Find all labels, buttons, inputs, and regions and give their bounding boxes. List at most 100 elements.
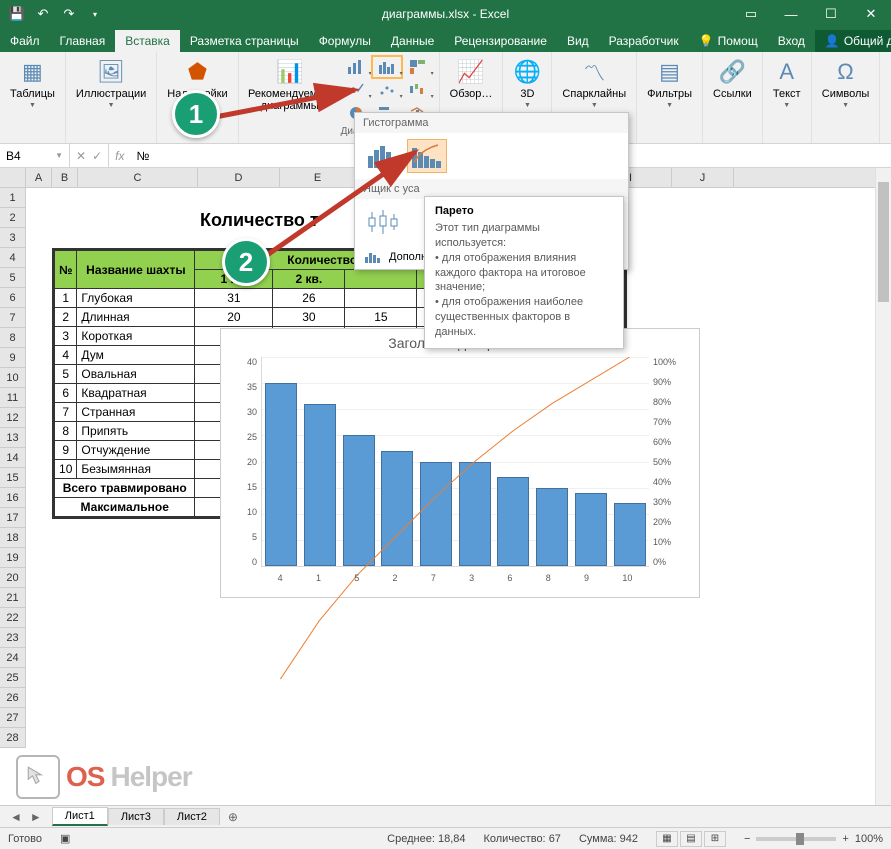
tab-review[interactable]: Рецензирование xyxy=(444,30,557,52)
row-1[interactable]: 1 xyxy=(0,188,26,208)
share-button[interactable]: 👤 Общий доступ xyxy=(815,30,891,52)
tab-insert[interactable]: Вставка xyxy=(115,30,180,52)
status-record-macro-icon[interactable]: ▣ xyxy=(60,832,70,845)
minimize-icon[interactable]: — xyxy=(771,0,811,28)
tooltip-title: Парето xyxy=(435,205,613,217)
name-box[interactable]: B4▼ xyxy=(0,144,70,167)
annotation-number-2: 2 xyxy=(222,238,270,286)
column-chart-button[interactable]: ▾ xyxy=(341,56,371,78)
row-24[interactable]: 24 xyxy=(0,648,26,668)
hyperlink-button[interactable]: 🔗 Ссылки xyxy=(709,56,756,102)
sheet-nav[interactable]: ◄► xyxy=(0,810,52,824)
sheet-tab-2[interactable]: Лист3 xyxy=(108,808,164,825)
row-20[interactable]: 20 xyxy=(0,568,26,588)
row-12[interactable]: 12 xyxy=(0,408,26,428)
textbox-icon: A xyxy=(773,58,801,86)
omega-icon: Ω xyxy=(832,58,860,86)
row-5[interactable]: 5 xyxy=(0,268,26,288)
row-14[interactable]: 14 xyxy=(0,448,26,468)
pivotchart-button[interactable]: 📈 Обзор… xyxy=(446,56,497,102)
tables-button[interactable]: ▦ Таблицы ▼ xyxy=(6,56,59,111)
sheet-tabs: ◄► Лист1 Лист3 Лист2 ⊕ xyxy=(0,805,891,827)
table-icon: ▦ xyxy=(18,58,46,86)
row-10[interactable]: 10 xyxy=(0,368,26,388)
y-axis-right: 100%90%80%70%60%50%40%30%20%10%0% xyxy=(653,357,691,567)
row-8[interactable]: 8 xyxy=(0,328,26,348)
illustrations-button[interactable]: 🖼 Иллюстрации ▼ xyxy=(72,56,150,111)
add-sheet-button[interactable]: ⊕ xyxy=(220,810,246,824)
row-27[interactable]: 27 xyxy=(0,708,26,728)
group-tables: ▦ Таблицы ▼ xyxy=(0,52,66,143)
tab-developer[interactable]: Разработчик xyxy=(599,30,689,52)
text-button[interactable]: A Текст ▼ xyxy=(769,56,805,111)
zoom-slider[interactable] xyxy=(756,837,836,841)
sheet-tab-1[interactable]: Лист1 xyxy=(52,807,108,826)
undo-icon[interactable]: ↶ xyxy=(32,3,54,25)
tell-me[interactable]: 💡 Помощ xyxy=(689,30,768,52)
sheet-tab-3[interactable]: Лист2 xyxy=(164,808,220,825)
normal-view-icon[interactable]: ▦ xyxy=(656,831,678,847)
row-max-label: Максимальное xyxy=(55,498,195,517)
symbols-button[interactable]: Ω Символы ▼ xyxy=(818,56,874,111)
col-B[interactable]: B xyxy=(52,168,78,187)
sparklines-button[interactable]: 〽 Спарклайны ▼ xyxy=(558,56,630,111)
row-17[interactable]: 17 xyxy=(0,508,26,528)
3dmap-button[interactable]: 🌐 3D ▼ xyxy=(509,56,545,111)
row-13[interactable]: 13 xyxy=(0,428,26,448)
fx-icon[interactable]: fx xyxy=(109,149,130,163)
ribbon-options-icon[interactable]: ▭ xyxy=(731,0,771,28)
zoom-in-icon[interactable]: + xyxy=(842,833,848,845)
col-C[interactable]: C xyxy=(78,168,198,187)
formula-buttons: ✕✓ xyxy=(70,144,109,167)
row-25[interactable]: 25 xyxy=(0,668,26,688)
row-16[interactable]: 16 xyxy=(0,488,26,508)
row-26[interactable]: 26 xyxy=(0,688,26,708)
tab-home[interactable]: Главная xyxy=(50,30,116,52)
zoom-level[interactable]: 100% xyxy=(855,833,883,845)
qat-more-icon[interactable]: ▾ xyxy=(84,3,106,25)
col-J[interactable]: J xyxy=(672,168,734,187)
row-6[interactable]: 6 xyxy=(0,288,26,308)
row-2[interactable]: 2 xyxy=(0,208,26,228)
row-3[interactable]: 3 xyxy=(0,228,26,248)
scatter-chart-button[interactable]: ▾ xyxy=(372,79,402,101)
row-23[interactable]: 23 xyxy=(0,628,26,648)
tab-data[interactable]: Данные xyxy=(381,30,444,52)
close-icon[interactable]: ✕ xyxy=(851,0,891,28)
row-11[interactable]: 11 xyxy=(0,388,26,408)
row-19[interactable]: 19 xyxy=(0,548,26,568)
waterfall-chart-button[interactable]: ▾ xyxy=(403,79,433,101)
pagebreak-view-icon[interactable]: ⊞ xyxy=(704,831,726,847)
zoom-out-icon[interactable]: − xyxy=(744,833,750,845)
tab-view[interactable]: Вид xyxy=(557,30,599,52)
enter-fx-icon[interactable]: ✓ xyxy=(92,149,102,163)
col-A[interactable]: A xyxy=(26,168,52,187)
vertical-scrollbar[interactable] xyxy=(875,168,891,805)
embedded-chart[interactable]: Заголовок диаграммы 4035302520151050 100… xyxy=(220,328,700,598)
row-21[interactable]: 21 xyxy=(0,588,26,608)
pagelayout-view-icon[interactable]: ▤ xyxy=(680,831,702,847)
zoom-control[interactable]: − + 100% xyxy=(744,833,883,845)
row-7[interactable]: 7 xyxy=(0,308,26,328)
tab-file[interactable]: Файл xyxy=(0,30,50,52)
row-22[interactable]: 22 xyxy=(0,608,26,628)
pareto-line xyxy=(261,357,649,745)
cancel-fx-icon[interactable]: ✕ xyxy=(76,149,86,163)
row-15[interactable]: 15 xyxy=(0,468,26,488)
row-9[interactable]: 9 xyxy=(0,348,26,368)
status-ready: Готово xyxy=(8,833,42,845)
hierarchy-chart-button[interactable]: ▾ xyxy=(403,56,433,78)
row-18[interactable]: 18 xyxy=(0,528,26,548)
save-icon[interactable]: 💾 xyxy=(6,3,28,25)
redo-icon[interactable]: ↷ xyxy=(58,3,80,25)
tab-formulas[interactable]: Формулы xyxy=(309,30,381,52)
select-all-corner[interactable] xyxy=(0,168,26,187)
row-28[interactable]: 28 xyxy=(0,728,26,748)
statistic-chart-button[interactable]: ▾ xyxy=(372,56,402,78)
tab-pagelayout[interactable]: Разметка страницы xyxy=(180,30,309,52)
row-4[interactable]: 4 xyxy=(0,248,26,268)
maximize-icon[interactable]: ☐ xyxy=(811,0,851,28)
filters-button[interactable]: ▤ Фильтры ▼ xyxy=(643,56,696,111)
signin[interactable]: Вход xyxy=(768,30,815,52)
status-bar: Готово ▣ Среднее: 18,84 Количество: 67 С… xyxy=(0,827,891,849)
